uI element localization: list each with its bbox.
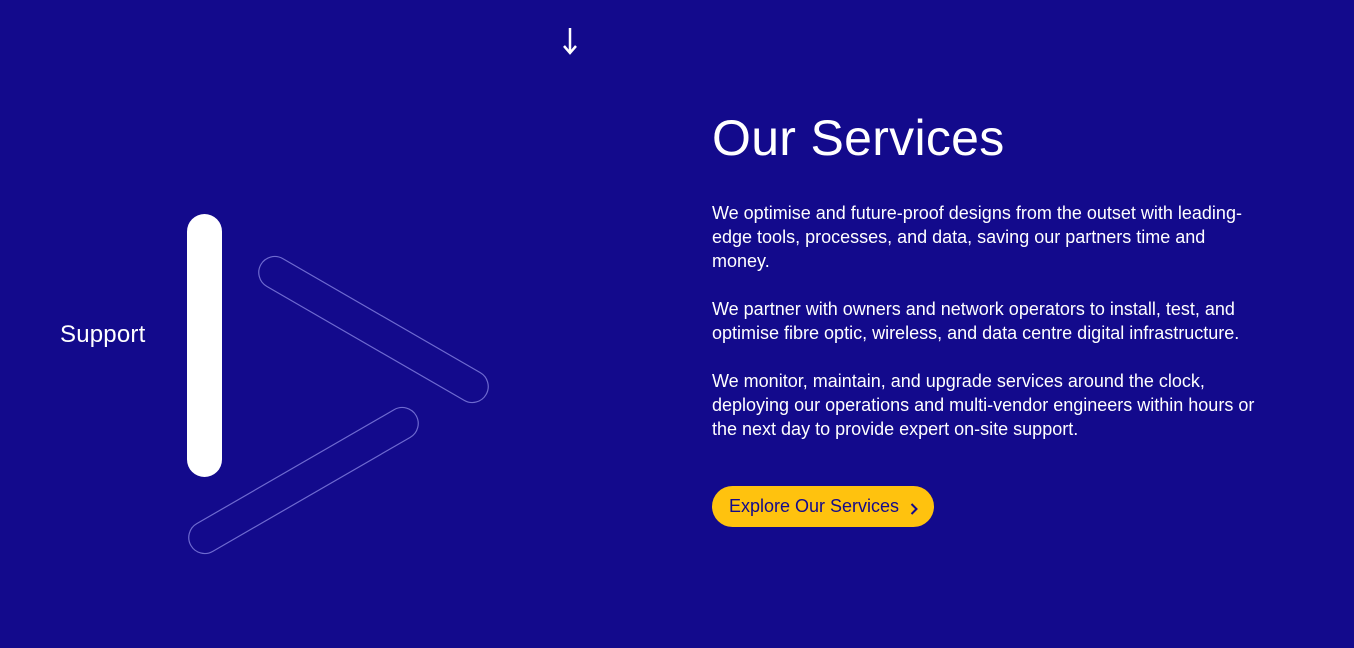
upper-outline-bar (258, 255, 489, 404)
services-paragraph-deploy: We partner with owners and network opera… (712, 299, 1240, 343)
support-bar-highlight (187, 214, 222, 477)
support-graphic: Support (0, 0, 620, 648)
services-paragraph-support: We monitor, maintain, and upgrade servic… (712, 371, 1255, 439)
explore-services-button[interactable]: Explore Our Services (712, 486, 935, 527)
support-label: Support (60, 321, 146, 348)
services-paragraph-design: We optimise and future-proof designs fro… (712, 203, 1242, 271)
services-description: We optimise and future-proof designs fro… (712, 201, 1272, 441)
services-section: Our Services We optimise and future-proo… (712, 108, 1272, 527)
chevron-right-icon (909, 500, 919, 515)
services-title: Our Services (712, 110, 1005, 166)
explore-services-label: Explore Our Services (729, 496, 900, 516)
